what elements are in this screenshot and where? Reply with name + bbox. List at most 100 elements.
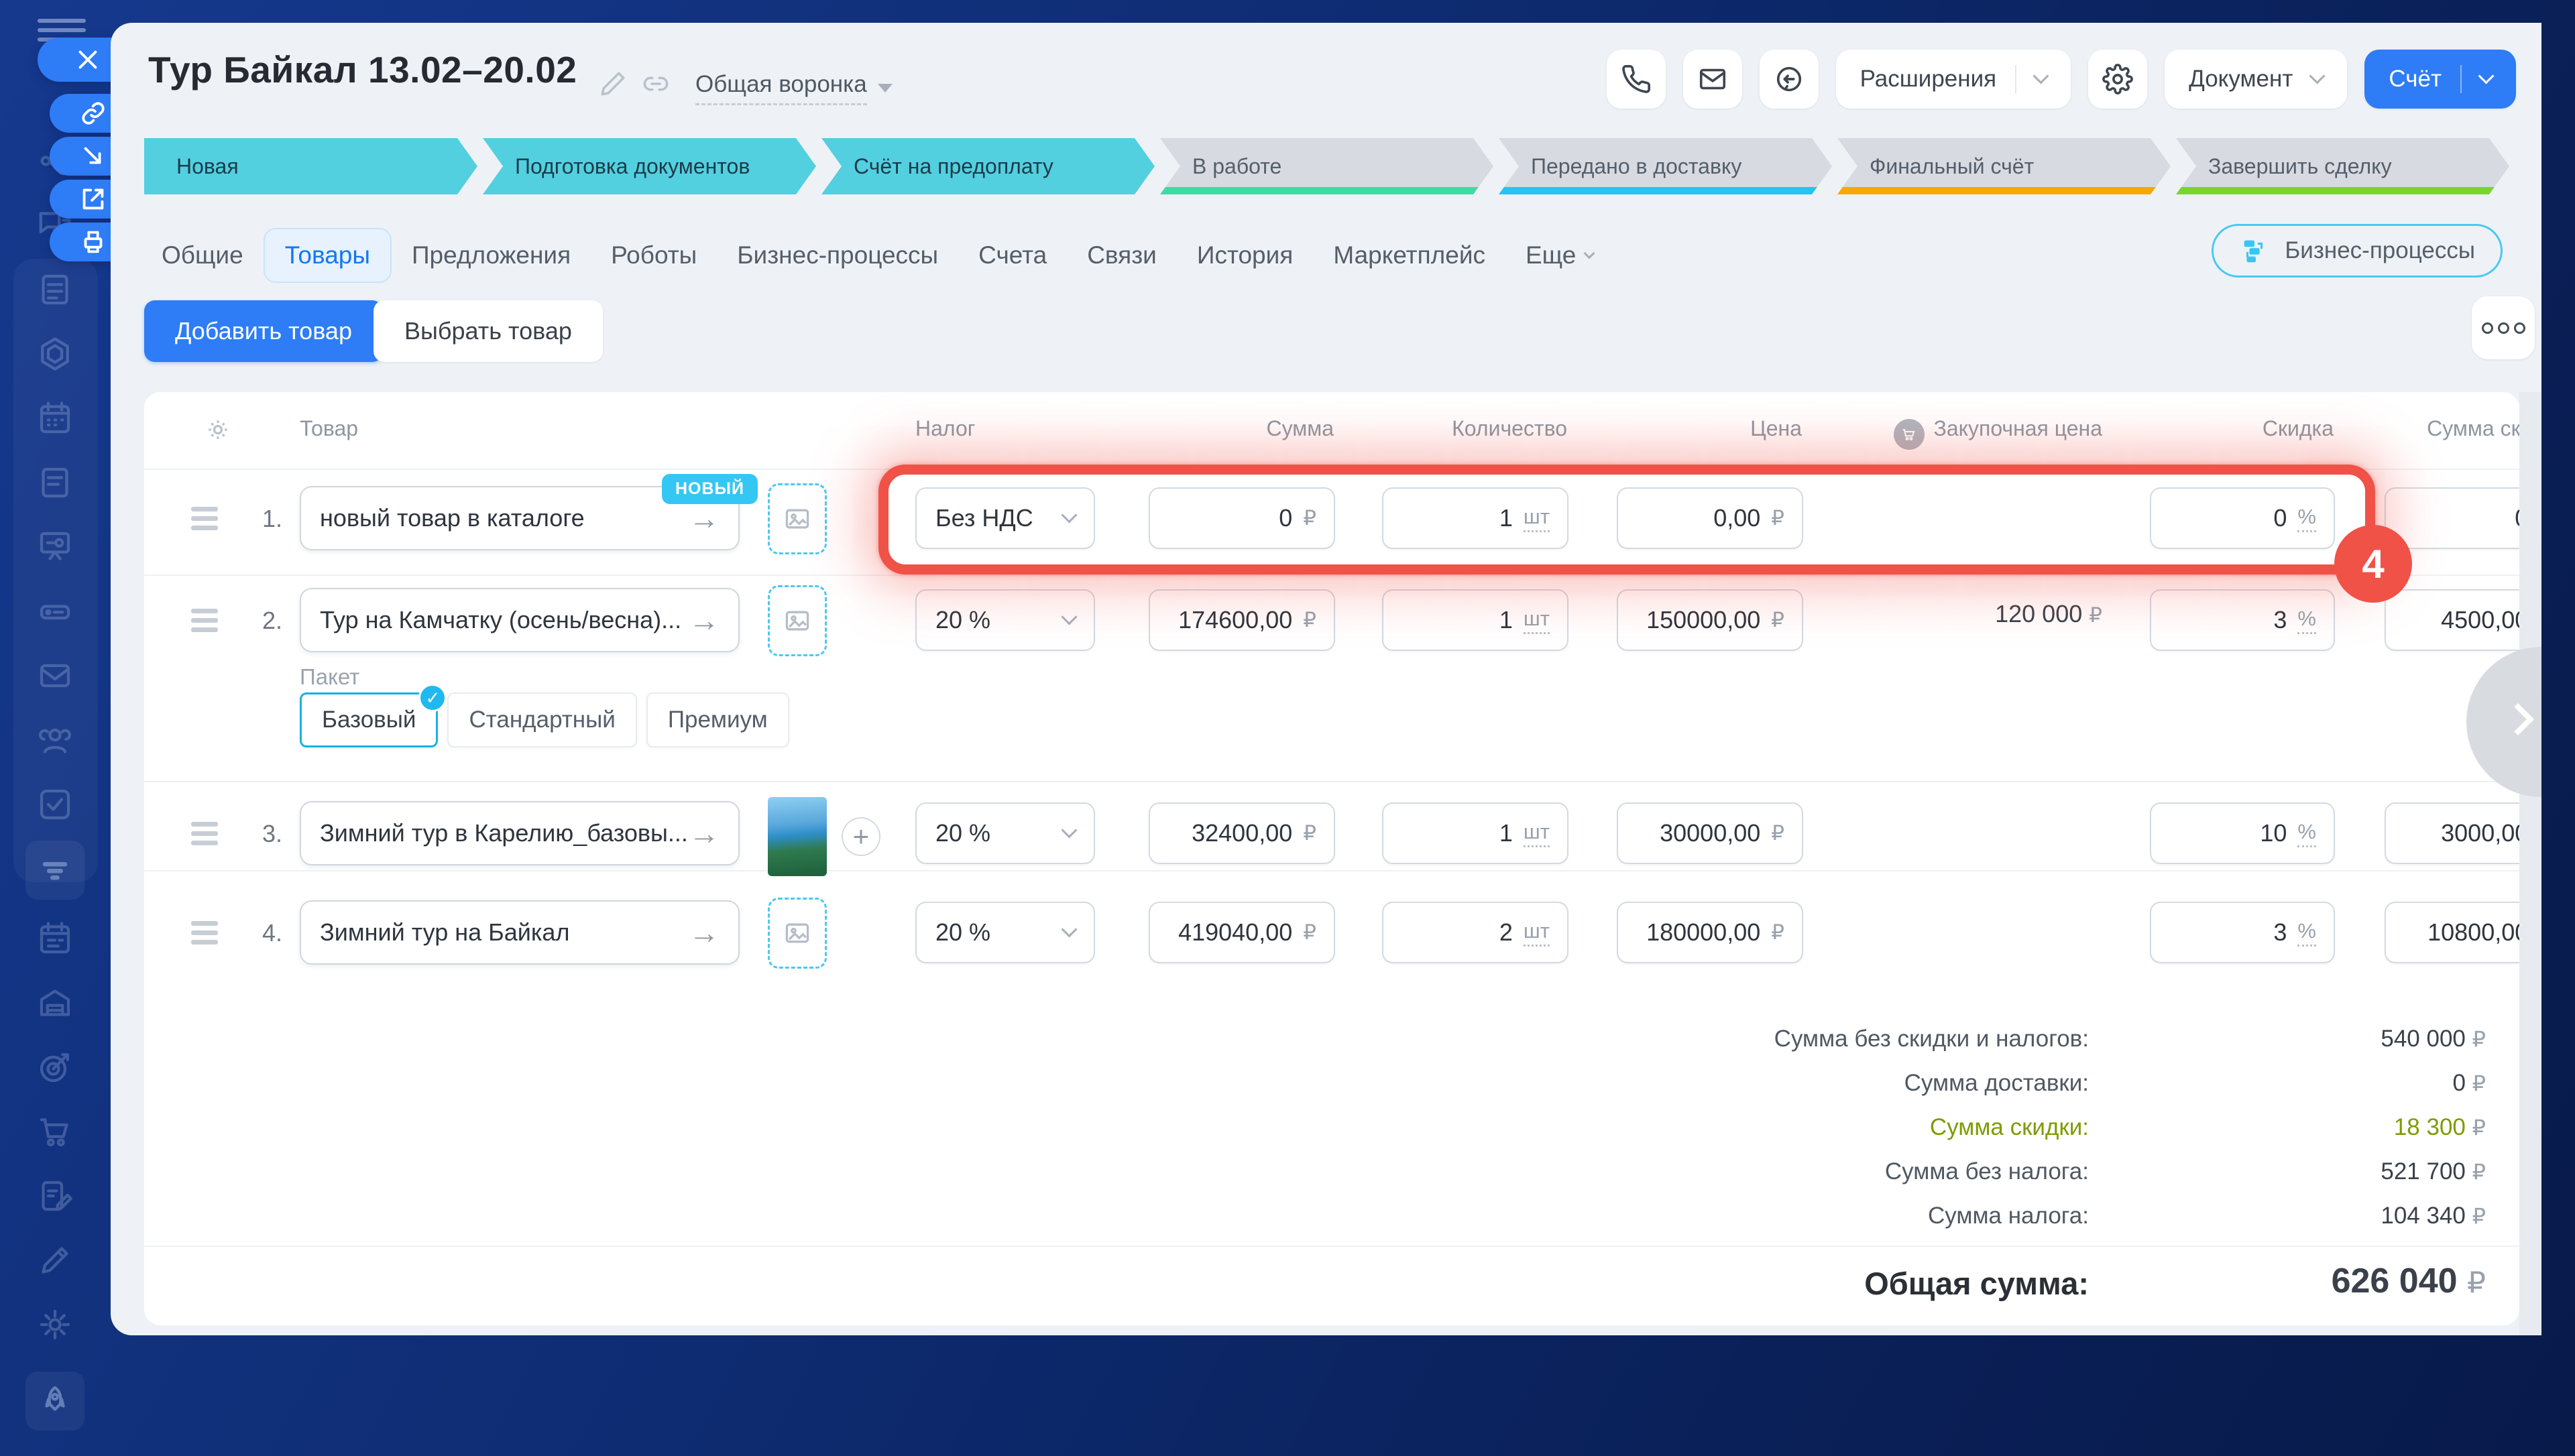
tax-select[interactable]: 20 % xyxy=(915,802,1095,864)
col-header-discount[interactable]: Скидка xyxy=(2199,416,2334,441)
discount-field[interactable]: 10% xyxy=(2150,802,2335,864)
sum-field[interactable]: 32400,00₽ xyxy=(1149,802,1335,864)
messenger-button[interactable] xyxy=(1760,50,1819,109)
image-placeholder-icon[interactable] xyxy=(768,898,827,969)
discount-sum-field[interactable]: 4500,00₽ xyxy=(2385,589,2519,651)
product-name-input[interactable]: Тур на Камчатку (осень/весна)...→ xyxy=(300,588,740,652)
drag-handle[interactable] xyxy=(191,507,218,511)
col-header-tax[interactable]: Налог xyxy=(915,416,975,441)
stage-in-progress[interactable]: В работе xyxy=(1160,138,1493,194)
document-button[interactable]: Документ xyxy=(2165,50,2347,109)
drag-handle[interactable] xyxy=(191,822,218,827)
open-product-arrow-icon[interactable]: → xyxy=(689,818,720,849)
add-product-button[interactable]: Добавить товар xyxy=(144,300,383,362)
tab-invoices[interactable]: Счета xyxy=(958,229,1067,282)
sum-field[interactable]: 0₽ xyxy=(1149,487,1335,549)
tab-general[interactable]: Общие xyxy=(141,229,264,282)
scroll-gutter[interactable] xyxy=(2519,392,2541,1335)
more-options-button[interactable] xyxy=(2472,296,2535,359)
settings-gear-button[interactable] xyxy=(2088,50,2147,109)
open-product-arrow-icon[interactable]: → xyxy=(689,605,720,635)
sum-field[interactable]: 419040,00₽ xyxy=(1149,902,1335,963)
target-icon[interactable] xyxy=(32,1044,78,1090)
col-header-product[interactable]: Товар xyxy=(300,416,358,441)
people-icon[interactable] xyxy=(32,717,78,763)
document-icon[interactable] xyxy=(32,267,78,312)
image-placeholder-icon[interactable] xyxy=(768,585,827,656)
stage-close-deal[interactable]: Завершить сделку xyxy=(2176,138,2509,194)
note-icon[interactable] xyxy=(32,460,78,505)
table-settings-gear-icon[interactable] xyxy=(203,415,233,444)
choose-product-button[interactable]: Выбрать товар xyxy=(374,300,603,362)
invoice-button[interactable]: Счёт xyxy=(2364,50,2516,109)
stage-docs[interactable]: Подготовка документов xyxy=(483,138,816,194)
drag-handle[interactable] xyxy=(191,921,218,926)
col-header-sum[interactable]: Сумма xyxy=(1200,416,1334,441)
product-name-input[interactable]: Зимний тур в Карелию_базовы...→ xyxy=(300,801,740,865)
presentation-icon[interactable] xyxy=(32,524,78,570)
package-option-basic[interactable]: Базовый ✓ xyxy=(300,692,438,747)
product-photo-thumbnail[interactable] xyxy=(768,797,827,876)
open-product-arrow-icon[interactable]: → xyxy=(689,917,720,948)
sum-field[interactable]: 174600,00₽ xyxy=(1149,589,1335,651)
calendar-icon[interactable] xyxy=(32,396,78,441)
cart-icon[interactable] xyxy=(32,1109,78,1154)
open-product-arrow-icon[interactable]: → xyxy=(689,503,720,534)
drive-icon[interactable] xyxy=(32,589,78,634)
discount-sum-field[interactable]: 3000,00₽ xyxy=(2385,802,2519,864)
discount-field[interactable]: 3% xyxy=(2150,902,2335,963)
sign-document-icon[interactable] xyxy=(32,1173,78,1219)
tab-more[interactable]: Еще xyxy=(1505,229,1613,282)
stage-delivery[interactable]: Передано в доставку xyxy=(1499,138,1832,194)
funnel-selector[interactable]: Общая воронка xyxy=(695,71,893,105)
quantity-field[interactable]: 1шт xyxy=(1382,487,1568,549)
discount-field[interactable]: 0% xyxy=(2150,487,2335,549)
discount-sum-field[interactable]: 10800,00₽ xyxy=(2385,902,2519,963)
product-name-input[interactable]: Зимний тур на Байкал→ xyxy=(300,900,740,965)
crm-funnel-icon[interactable] xyxy=(25,841,84,900)
discount-field[interactable]: 3% xyxy=(2150,589,2335,651)
quantity-field[interactable]: 1шт xyxy=(1382,589,1568,651)
tax-select[interactable]: 20 % xyxy=(915,589,1095,651)
quantity-field[interactable]: 1шт xyxy=(1382,802,1568,864)
quantity-field[interactable]: 2шт xyxy=(1382,902,1568,963)
settings-icon[interactable] xyxy=(32,1302,78,1347)
extensions-button[interactable]: Расширения xyxy=(1836,50,2071,109)
title-link-icon[interactable] xyxy=(642,70,670,98)
price-field[interactable]: 0,00₽ xyxy=(1617,487,1803,549)
tab-robots[interactable]: Роботы xyxy=(591,229,717,282)
stage-prepayment[interactable]: Счёт на предоплату xyxy=(821,138,1155,194)
tab-marketplace[interactable]: Маркетплейс xyxy=(1313,229,1505,282)
phone-button[interactable] xyxy=(1607,50,1666,109)
schedule-icon[interactable] xyxy=(32,916,78,961)
col-header-purchase[interactable]: Закупочная цена xyxy=(1834,416,2102,450)
rocket-icon[interactable] xyxy=(25,1372,84,1431)
tax-select[interactable]: Без НДС xyxy=(915,487,1095,549)
stage-new[interactable]: Новая xyxy=(144,138,477,194)
package-option-standard[interactable]: Стандартный xyxy=(447,692,636,747)
tab-links[interactable]: Связи xyxy=(1067,229,1177,282)
email-button[interactable] xyxy=(1683,50,1742,109)
discount-sum-field[interactable]: 0₽ xyxy=(2385,487,2519,549)
col-header-discount-sum[interactable]: Сумма скидки xyxy=(2377,416,2519,441)
pencil-icon[interactable] xyxy=(32,1237,78,1283)
image-placeholder-icon[interactable] xyxy=(768,483,827,554)
warehouse-icon[interactable] xyxy=(32,980,78,1026)
tab-offers[interactable]: Предложения xyxy=(392,229,591,282)
package-option-premium[interactable]: Премиум xyxy=(646,692,789,747)
tax-select[interactable]: 20 % xyxy=(915,902,1095,963)
price-field[interactable]: 180000,00₽ xyxy=(1617,902,1803,963)
mail-icon[interactable] xyxy=(32,653,78,699)
tasks-icon[interactable] xyxy=(32,782,78,827)
business-processes-button[interactable]: Бизнес-процессы xyxy=(2212,224,2503,278)
price-field[interactable]: 150000,00₽ xyxy=(1617,589,1803,651)
menu-hamburger-icon[interactable] xyxy=(38,19,86,23)
tab-history[interactable]: История xyxy=(1177,229,1313,282)
col-header-qty[interactable]: Количество xyxy=(1393,416,1567,441)
add-photo-button[interactable]: + xyxy=(842,817,880,856)
hexagon-icon[interactable] xyxy=(32,331,78,377)
stage-final-invoice[interactable]: Финальный счёт xyxy=(1837,138,2171,194)
col-header-price[interactable]: Цена xyxy=(1668,416,1802,441)
drag-handle[interactable] xyxy=(191,609,218,613)
tab-business-processes[interactable]: Бизнес-процессы xyxy=(717,229,958,282)
